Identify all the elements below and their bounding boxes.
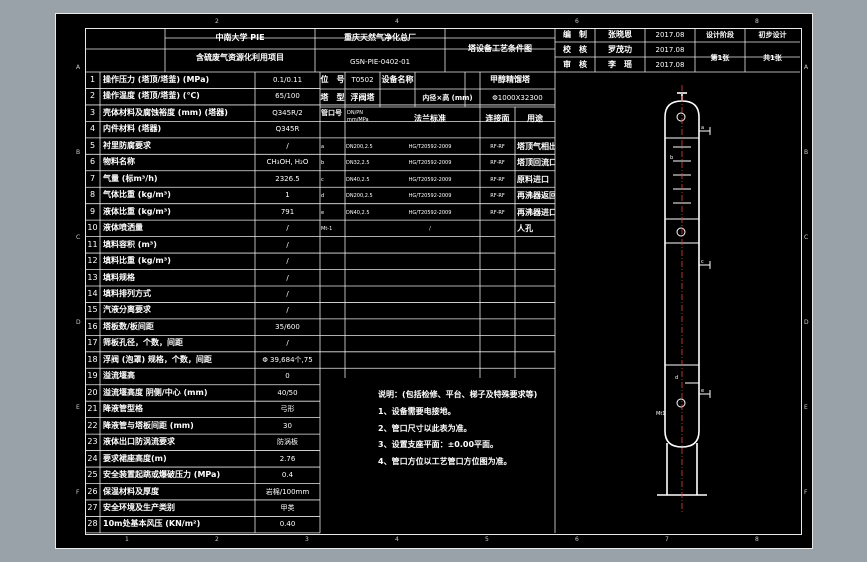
tower-label-e: e xyxy=(701,388,705,394)
tower-label-manhole: Mt1 xyxy=(656,411,666,417)
tower-label-c: c xyxy=(701,259,704,265)
tower-label-d: d xyxy=(675,375,679,381)
drawing-sheet: A B C D E F A B C D E F 1 2 3 4 5 6 7 8 … xyxy=(55,13,813,549)
tower-label-b: b xyxy=(670,155,674,161)
tower-sketch xyxy=(657,85,711,513)
tower-label-a: a xyxy=(701,125,705,131)
